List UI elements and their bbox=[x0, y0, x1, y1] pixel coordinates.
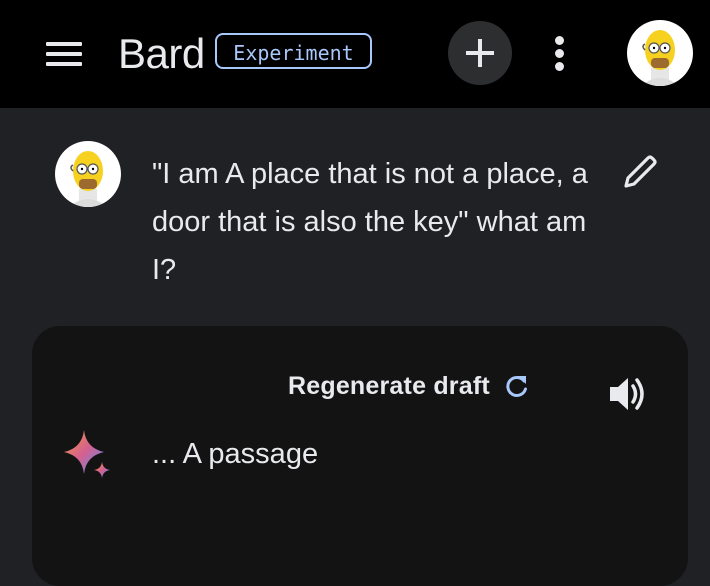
user-avatar bbox=[55, 141, 121, 207]
new-chat-button[interactable] bbox=[448, 21, 512, 85]
response-card bbox=[32, 326, 688, 586]
avatar-image bbox=[641, 30, 679, 86]
regenerate-draft-label: Regenerate draft bbox=[288, 371, 490, 400]
response-text: ... A passage bbox=[152, 438, 319, 470]
speaker-icon[interactable] bbox=[606, 374, 650, 414]
user-query-text: "I am A place that is not a place, a doo… bbox=[152, 158, 588, 286]
avatar-image bbox=[69, 151, 107, 207]
app-title: Bard bbox=[118, 30, 205, 77]
menu-icon[interactable] bbox=[46, 40, 82, 68]
top-app-bar: Bard Experiment bbox=[0, 0, 710, 108]
edit-icon[interactable] bbox=[620, 152, 660, 192]
experiment-badge: Experiment bbox=[215, 33, 372, 69]
refresh-icon bbox=[506, 376, 527, 397]
plus-icon bbox=[466, 39, 494, 67]
regenerate-draft-button[interactable]: Regenerate draft bbox=[288, 368, 530, 404]
account-avatar[interactable] bbox=[627, 20, 693, 86]
more-vert-icon[interactable] bbox=[550, 34, 570, 74]
bard-sparkle-icon bbox=[60, 428, 116, 484]
